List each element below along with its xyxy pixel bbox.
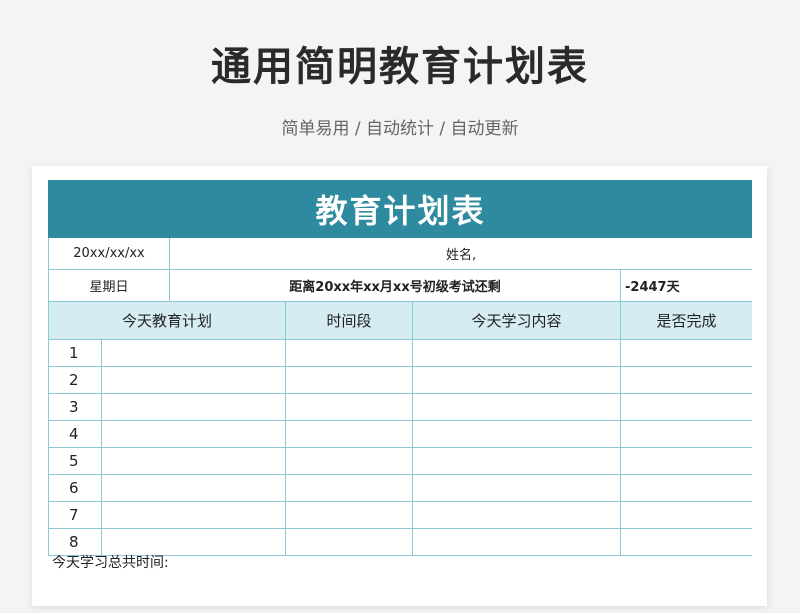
done-cell[interactable] (619, 420, 752, 448)
plan-cell[interactable] (101, 366, 286, 394)
content-cell[interactable] (412, 474, 621, 502)
plan-cell[interactable] (101, 447, 286, 475)
name-cell[interactable]: 姓名, (168, 237, 752, 270)
time-cell[interactable] (285, 393, 413, 421)
row-number: 2 (48, 366, 102, 394)
content-cell[interactable] (412, 501, 621, 529)
time-cell[interactable] (285, 339, 413, 367)
table-row: 6 (48, 474, 752, 502)
table-row: 4 (48, 420, 752, 448)
plan-cell[interactable] (101, 474, 286, 502)
table-row: 7 (48, 501, 752, 529)
column-header-done: 是否完成 (619, 301, 752, 340)
content-cell[interactable] (412, 420, 621, 448)
row-number: 4 (48, 420, 102, 448)
row-number: 3 (48, 393, 102, 421)
page-subtitle: 简单易用 / 自动统计 / 自动更新 (281, 119, 519, 139)
done-cell[interactable] (619, 339, 752, 367)
table-row: 2 (48, 366, 752, 394)
countdown-value-cell[interactable]: -2447天 (619, 269, 752, 302)
spreadsheet-preview: 教育计划表 20xx/xx/xx 姓名, 星期日 距离20xx年xx月xx号初级… (32, 166, 767, 606)
content-cell[interactable] (412, 447, 621, 475)
column-header-content: 今天学习内容 (412, 301, 621, 340)
row-number: 5 (48, 447, 102, 475)
row-number: 1 (48, 339, 102, 367)
time-cell[interactable] (285, 366, 413, 394)
countdown-label-cell[interactable]: 距离20xx年xx月xx号初级考试还剩 (169, 269, 621, 302)
time-cell[interactable] (285, 501, 413, 529)
done-cell[interactable] (619, 528, 752, 556)
time-cell[interactable] (285, 528, 413, 556)
time-cell[interactable] (285, 474, 413, 502)
total-study-time-label: 今天学习总共时间: (52, 555, 169, 571)
table-row: 5 (48, 447, 752, 475)
plan-sheet: 教育计划表 20xx/xx/xx 姓名, 星期日 距离20xx年xx月xx号初级… (48, 180, 752, 606)
page-title: 通用简明教育计划表 (211, 44, 589, 90)
date-cell[interactable]: 20xx/xx/xx (48, 237, 170, 270)
sheet-banner: 教育计划表 (48, 180, 752, 238)
plan-cell[interactable] (101, 339, 286, 367)
content-cell[interactable] (412, 339, 621, 367)
content-cell[interactable] (412, 528, 621, 556)
plan-cell[interactable] (101, 501, 286, 529)
column-header-time: 时间段 (285, 301, 413, 340)
content-cell[interactable] (412, 393, 621, 421)
plan-cell[interactable] (101, 393, 286, 421)
table-row: 3 (48, 393, 752, 421)
table-row: 1 (48, 339, 752, 367)
done-cell[interactable] (619, 447, 752, 475)
done-cell[interactable] (619, 474, 752, 502)
row-number: 6 (48, 474, 102, 502)
plan-cell[interactable] (101, 420, 286, 448)
done-cell[interactable] (619, 393, 752, 421)
content-cell[interactable] (412, 366, 621, 394)
plan-table: 教育计划表 20xx/xx/xx 姓名, 星期日 距离20xx年xx月xx号初级… (48, 180, 752, 556)
column-header-plan: 今天教育计划 (48, 301, 286, 340)
done-cell[interactable] (619, 366, 752, 394)
weekday-cell[interactable]: 星期日 (48, 269, 170, 302)
done-cell[interactable] (619, 501, 752, 529)
time-cell[interactable] (285, 420, 413, 448)
row-number: 7 (48, 501, 102, 529)
time-cell[interactable] (285, 447, 413, 475)
